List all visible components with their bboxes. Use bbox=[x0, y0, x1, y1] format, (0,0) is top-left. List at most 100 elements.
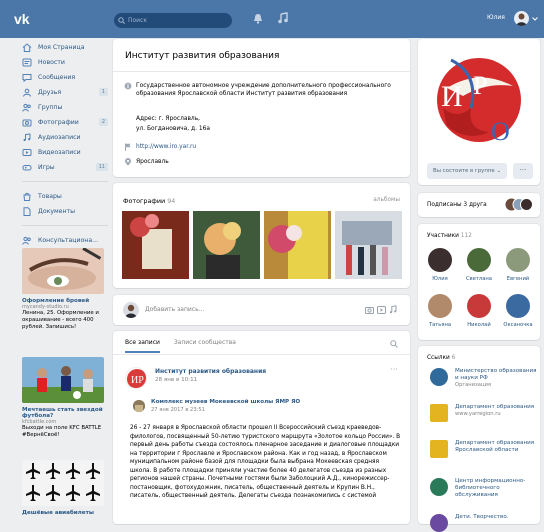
albums-link[interactable]: альбомы bbox=[373, 197, 400, 203]
ad-block[interactable]: Оформление бровей mycandy-studio.ru Лени… bbox=[22, 248, 104, 331]
nav-item-label: Товары bbox=[38, 193, 62, 200]
post-date[interactable]: 28 янв в 10:11 bbox=[155, 377, 197, 383]
nav-item-video[interactable]: Видеозаписи bbox=[22, 145, 108, 160]
link-logo bbox=[430, 368, 448, 386]
vk-logo-icon[interactable]: vk bbox=[14, 12, 36, 26]
bell-icon[interactable] bbox=[253, 13, 263, 24]
nav-item-consultation[interactable]: Консультациона... bbox=[22, 233, 108, 248]
ad-title[interactable]: Мечтаешь стать звездой футбола? bbox=[22, 407, 104, 419]
user-avatar[interactable] bbox=[514, 11, 529, 26]
ad-block[interactable]: Мечтаешь стать звездой футбола? kfcbattl… bbox=[22, 357, 104, 439]
member-name: Николай bbox=[467, 322, 491, 328]
ad-title[interactable]: Дешёвые авиабилеты bbox=[22, 510, 104, 516]
photo-thumb-1[interactable] bbox=[122, 211, 189, 279]
audio-icon bbox=[23, 133, 31, 142]
member-name: Евгений bbox=[506, 276, 530, 282]
nav-item-friends[interactable]: Друзья 1 bbox=[22, 85, 108, 100]
nav-item-label: Документы bbox=[38, 208, 76, 215]
svg-text:ИР: ИР bbox=[131, 375, 144, 386]
site-row[interactable]: http://www.iro.yar.ru bbox=[124, 143, 196, 154]
nav-item-my-page[interactable]: Моя Страница bbox=[22, 40, 108, 55]
nav-item-documents[interactable]: Документы bbox=[22, 204, 108, 219]
photos-header[interactable]: Фотографии 94 bbox=[123, 197, 175, 205]
member-item[interactable]: Светлана bbox=[459, 248, 499, 282]
music-icon[interactable] bbox=[278, 12, 288, 24]
post-author[interactable]: Институт развития образования bbox=[155, 368, 266, 375]
more-actions-button[interactable]: ··· bbox=[513, 163, 533, 179]
nav-item-games[interactable]: Игры 11 bbox=[22, 160, 108, 175]
nav-item-label: Сообщения bbox=[38, 74, 76, 81]
nav-item-label: Моя Страница bbox=[38, 44, 85, 51]
ad-block[interactable]: Дешёвые авиабилеты bbox=[22, 460, 104, 516]
post-menu-button[interactable]: ··· bbox=[390, 365, 398, 374]
site-link[interactable]: http://www.iro.yar.ru bbox=[136, 143, 196, 154]
photo-thumb-4[interactable] bbox=[335, 211, 402, 279]
search-icon[interactable] bbox=[390, 340, 398, 348]
chevron-down-icon[interactable] bbox=[532, 17, 538, 21]
search-input[interactable]: Поиск bbox=[114, 13, 232, 28]
member-item[interactable]: Николай bbox=[459, 294, 499, 328]
member-item[interactable]: Юлия bbox=[420, 248, 460, 282]
repost-author[interactable]: Комплекс музеев Мокеевской школы ЯМР ЯО bbox=[151, 399, 300, 405]
link-logo bbox=[430, 514, 448, 532]
groups-icon bbox=[22, 103, 31, 112]
nav-item-messages[interactable]: Сообщения bbox=[22, 70, 108, 85]
group-name: Институт развития образования bbox=[125, 51, 280, 61]
link-item[interactable]: Департамент образования www.yarregion.ru bbox=[430, 404, 534, 422]
link-item[interactable]: Департамент образования Ярославской обла… bbox=[430, 440, 540, 458]
group-description: Государственное автономное учреждение до… bbox=[136, 83, 391, 97]
post-author-avatar[interactable]: ИР bbox=[125, 367, 147, 389]
user-name[interactable]: Юлия bbox=[487, 14, 505, 21]
nav-item-photos[interactable]: Фотографии 2 bbox=[22, 115, 108, 130]
video-attach-icon[interactable] bbox=[377, 306, 386, 314]
members-label: Участники bbox=[427, 233, 459, 239]
photos-label: Фотографии bbox=[123, 197, 166, 205]
member-avatar bbox=[467, 248, 491, 272]
repost-author-avatar[interactable] bbox=[133, 400, 145, 412]
post-text: 26 - 27 января в Ярославской области про… bbox=[130, 425, 401, 499]
members-card: Участники 112 Юлия Светлана Евгений Тать… bbox=[418, 224, 540, 340]
nav-item-audio[interactable]: Аудиозаписи bbox=[22, 130, 108, 145]
tab-all-posts[interactable]: Все записи bbox=[125, 339, 160, 353]
friends-avatars bbox=[505, 198, 533, 211]
ad-image-football[interactable] bbox=[22, 357, 104, 403]
tab-community-posts[interactable]: Записи сообщества bbox=[174, 339, 236, 346]
membership-button[interactable]: Вы состоите в группе ⌄ bbox=[427, 163, 507, 179]
link-item[interactable]: Дети. Творчество. bbox=[430, 514, 509, 532]
photo-icon bbox=[22, 119, 32, 127]
members-header[interactable]: Участники 112 bbox=[427, 233, 472, 239]
photo-thumb-2[interactable] bbox=[193, 211, 260, 279]
nav-item-news[interactable]: Новости bbox=[22, 55, 108, 70]
member-item[interactable]: Оксаночка bbox=[498, 294, 538, 328]
links-card: Ссылки 6 Министерство образования и наук… bbox=[418, 346, 540, 532]
member-avatar bbox=[506, 294, 530, 318]
photos-card: Фотографии 94 альбомы bbox=[113, 183, 410, 288]
group-description-row: Государственное автономное учреждение до… bbox=[124, 82, 394, 98]
group-logo[interactable]: И Р О bbox=[427, 48, 531, 152]
member-avatar bbox=[428, 248, 452, 272]
messages-icon bbox=[22, 74, 32, 82]
ad-image-brows[interactable] bbox=[22, 248, 104, 294]
camera-icon[interactable] bbox=[365, 306, 374, 314]
post-composer[interactable]: Добавить запись... bbox=[113, 295, 410, 325]
photos-count-badge: 2 bbox=[98, 118, 108, 126]
link-item[interactable]: Министерство образования и науки РФ Орган… bbox=[430, 368, 540, 389]
link-title: Департамент образования Ярославской обла… bbox=[455, 440, 535, 453]
nav-item-groups[interactable]: Группы bbox=[22, 100, 108, 115]
nav-item-goods[interactable]: Товары bbox=[22, 189, 108, 204]
links-header[interactable]: Ссылки 6 bbox=[427, 355, 455, 361]
member-item[interactable]: Евгений bbox=[498, 248, 538, 282]
member-avatar bbox=[428, 294, 452, 318]
member-item[interactable]: Татьяна bbox=[420, 294, 460, 328]
ad-image-planes[interactable] bbox=[22, 460, 104, 506]
nav-item-label: Новости bbox=[38, 59, 65, 66]
link-title: Дети. Творчество. bbox=[455, 514, 509, 520]
link-item[interactable]: Центр информационно-библиотечного обслуж… bbox=[430, 478, 540, 499]
members-count: 112 bbox=[460, 233, 472, 239]
friends-subscribed-card[interactable]: Подписаны 3 друга bbox=[418, 193, 540, 217]
documents-icon bbox=[23, 207, 31, 216]
repost-date[interactable]: 27 янв 2017 в 23:51 bbox=[151, 407, 205, 413]
composer-input[interactable]: Добавить запись... bbox=[145, 306, 204, 313]
music-attach-icon[interactable] bbox=[389, 305, 397, 314]
photo-thumb-3[interactable] bbox=[264, 211, 331, 279]
